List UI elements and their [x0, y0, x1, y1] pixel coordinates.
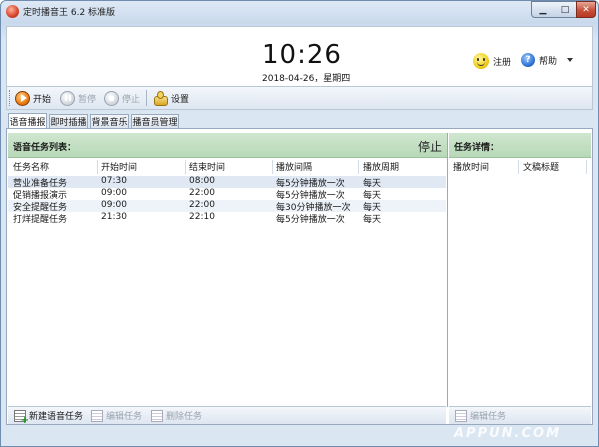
help-link[interactable]: ? 帮助: [521, 53, 574, 67]
column-separator[interactable]: [586, 160, 587, 174]
toolbar-separator: [146, 90, 147, 106]
help-label: 帮助: [539, 56, 558, 67]
panel-divider[interactable]: [447, 133, 448, 407]
window-title: 定时播音王 6.2 标准版: [23, 8, 116, 18]
edit-task-label: 编辑任务: [106, 412, 143, 422]
column-separator[interactable]: [272, 160, 273, 174]
table-row[interactable]: 促销播报演示 09:00 22:00 每5分钟播放一次 每天: [8, 188, 446, 201]
app-logo-icon[interactable]: [6, 5, 19, 18]
column-header-interval[interactable]: 播放间隔: [276, 160, 312, 174]
delete-task-icon: [151, 409, 163, 422]
toolbar-grip[interactable]: [9, 90, 12, 106]
current-time: 10:26: [262, 40, 342, 70]
start-time-cell: 21:30: [101, 212, 127, 222]
register-label: 注册: [493, 57, 512, 68]
column-header-script-title[interactable]: 文稿标题: [523, 160, 559, 174]
maximize-button[interactable]: □: [554, 1, 577, 18]
pause-button[interactable]: 暂停: [60, 89, 96, 107]
pause-icon: [60, 90, 75, 106]
task-details-title: 任务详情：: [454, 143, 500, 153]
tab-voice-broadcast[interactable]: 语音播报: [8, 113, 47, 128]
column-separator[interactable]: [358, 160, 359, 174]
start-time-cell: 09:00: [101, 188, 127, 198]
table-row[interactable]: 营业准备任务 07:30 08:00 每5分钟播放一次 每天: [8, 176, 446, 189]
play-icon: [15, 90, 30, 106]
column-header-end[interactable]: 结束时间: [189, 160, 225, 174]
end-time-cell: 08:00: [189, 176, 215, 186]
table-row[interactable]: 打烊提醒任务 21:30 22:10 每5分钟播放一次 每天: [8, 212, 446, 225]
chevron-down-icon[interactable]: [567, 58, 574, 62]
column-separator[interactable]: [518, 160, 519, 174]
column-header-start[interactable]: 开始时间: [101, 160, 137, 174]
smiley-icon: [473, 53, 489, 69]
column-header-period[interactable]: 播放周期: [363, 160, 399, 174]
tab-announcer-management[interactable]: 播音员管理: [131, 114, 179, 128]
close-button[interactable]: ✕: [576, 1, 596, 18]
end-time-cell: 22:00: [189, 200, 215, 210]
column-header-name[interactable]: 任务名称: [13, 160, 49, 174]
close-icon: ✕: [582, 4, 590, 15]
new-task-icon: [14, 409, 29, 426]
help-icon: ?: [521, 53, 535, 67]
minimize-icon: ▁: [539, 4, 547, 15]
new-voice-task-button[interactable]: 新建语音任务: [14, 409, 84, 426]
start-button[interactable]: 开始: [15, 89, 51, 107]
tab-instant-insert[interactable]: 即时插播: [49, 114, 88, 128]
register-link[interactable]: 注册: [473, 53, 511, 69]
settings-label: 设置: [171, 94, 190, 105]
column-header-play-time[interactable]: 播放时间: [453, 160, 489, 174]
start-label: 开始: [33, 94, 52, 105]
pause-label: 暂停: [78, 94, 97, 105]
column-separator[interactable]: [97, 160, 98, 174]
column-separator[interactable]: [185, 160, 186, 174]
new-task-label: 新建语音任务: [29, 412, 84, 422]
edit-detail-button[interactable]: 编辑任务: [455, 409, 506, 422]
stop-button[interactable]: 停止: [104, 89, 140, 107]
playback-status: 停止: [418, 140, 443, 154]
delete-task-label: 删除任务: [166, 412, 203, 422]
period-cell: 每天: [363, 215, 382, 225]
edit-detail-label: 编辑任务: [470, 412, 507, 422]
task-name-cell: 打烊提醒任务: [13, 215, 68, 225]
maximize-icon: □: [560, 4, 570, 15]
table-row[interactable]: 安全提醒任务 09:00 22:00 每30分钟播放一次 每天: [8, 200, 446, 213]
edit-task-icon: [91, 409, 103, 422]
settings-button[interactable]: 设置: [152, 89, 189, 107]
end-time-cell: 22:10: [189, 212, 215, 222]
interval-cell: 每5分钟播放一次: [276, 215, 345, 225]
delete-task-button[interactable]: 删除任务: [151, 409, 202, 422]
stop-label: 停止: [122, 94, 141, 105]
settings-icon: [152, 90, 168, 106]
edit-detail-icon: [455, 409, 467, 422]
current-date: 2018-04-26，星期四: [262, 74, 351, 84]
minimize-button[interactable]: ▁: [531, 1, 555, 18]
end-time-cell: 22:00: [189, 188, 215, 198]
watermark-text: APPUN.COM: [454, 426, 562, 441]
tab-background-music[interactable]: 背景音乐: [90, 114, 129, 128]
start-time-cell: 09:00: [101, 200, 127, 210]
edit-task-button[interactable]: 编辑任务: [91, 409, 142, 422]
task-list-title: 语音任务列表：: [13, 143, 77, 153]
start-time-cell: 07:30: [101, 176, 127, 186]
stop-icon: [104, 90, 119, 106]
